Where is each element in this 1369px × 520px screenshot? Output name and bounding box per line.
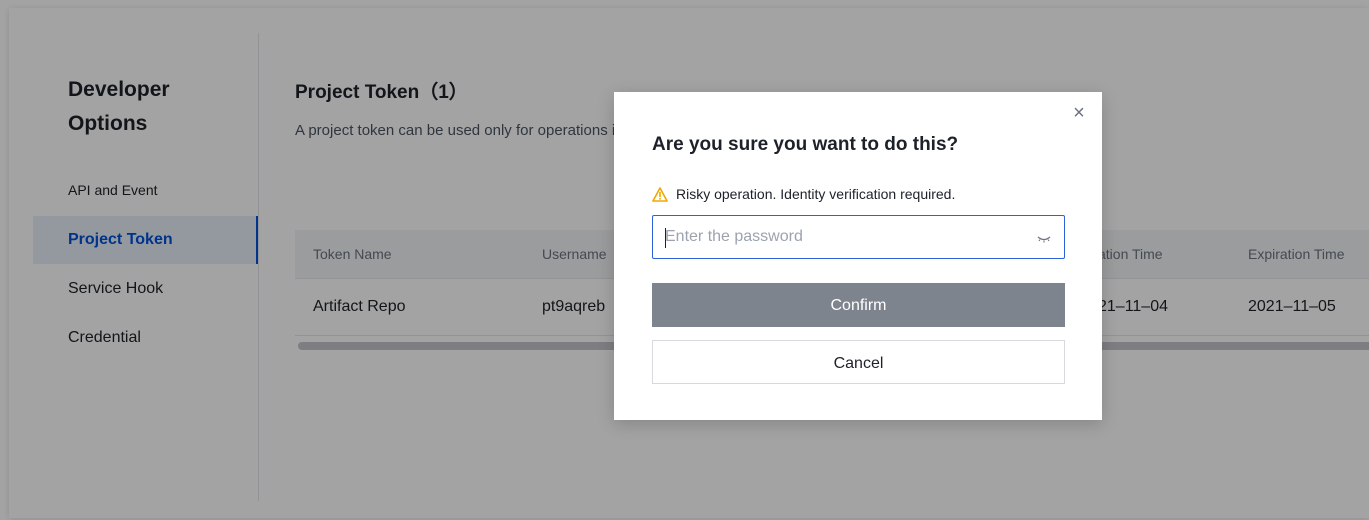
close-icon[interactable]: × <box>1070 103 1088 123</box>
warning-icon <box>652 186 668 202</box>
warning-text: Risky operation. Identity verification r… <box>676 186 956 202</box>
confirm-button[interactable]: Confirm <box>652 283 1065 327</box>
eye-closed-icon[interactable] <box>1036 231 1052 245</box>
dialog-title: Are you sure you want to do this? <box>652 134 959 155</box>
password-input[interactable] <box>665 216 1025 258</box>
confirm-dialog: × Are you sure you want to do this? Risk… <box>614 92 1102 420</box>
password-field[interactable] <box>652 215 1065 259</box>
text-caret <box>665 228 666 248</box>
warning-message: Risky operation. Identity verification r… <box>652 184 955 204</box>
cancel-button[interactable]: Cancel <box>652 340 1065 384</box>
